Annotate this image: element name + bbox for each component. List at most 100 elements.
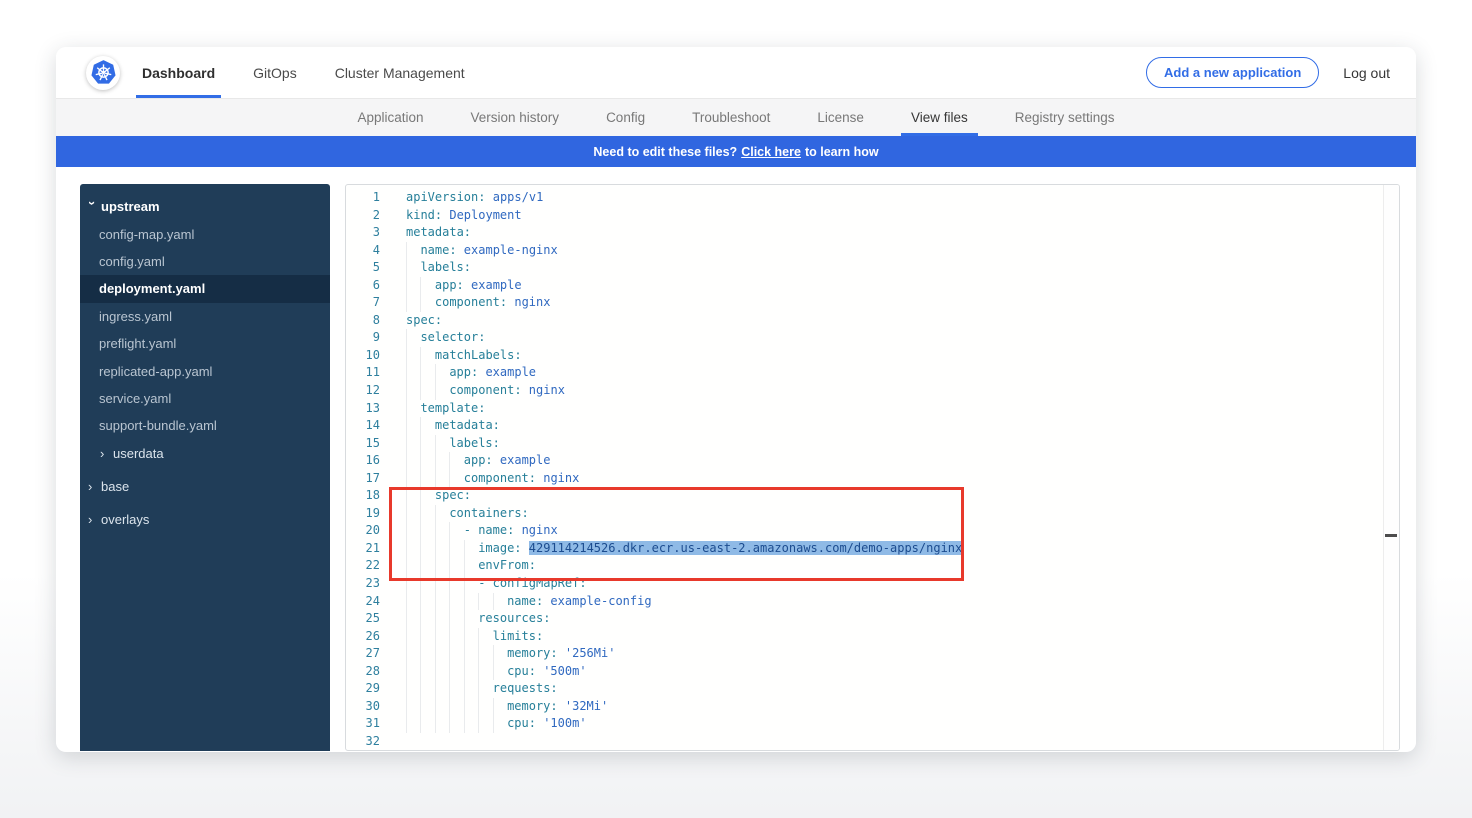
sub-tab-application[interactable]: Application <box>357 99 423 136</box>
file-tree-item-support-bundle-yaml[interactable]: support-bundle.yaml <box>80 412 330 439</box>
line-number: 16 <box>346 452 380 470</box>
file-tree-label: upstream <box>101 199 160 214</box>
line-number: 25 <box>346 610 380 628</box>
file-tree-label: config.yaml <box>99 254 165 269</box>
line-number: 17 <box>346 470 380 488</box>
sub-tab-view-files[interactable]: View files <box>911 99 968 136</box>
code-line-2[interactable]: 2kind: Deployment <box>346 207 1399 225</box>
code-line-16[interactable]: 16 app: example <box>346 452 1399 470</box>
file-tree-label: base <box>101 479 129 494</box>
file-tree-label: userdata <box>113 446 164 461</box>
code-text: memory: '32Mi' <box>406 698 608 716</box>
code-line-25[interactable]: 25 resources: <box>346 610 1399 628</box>
sub-tab-config[interactable]: Config <box>606 99 645 136</box>
line-number: 6 <box>346 277 380 295</box>
file-tree-item-userdata[interactable]: ›userdata <box>80 440 330 467</box>
code-text: resources: <box>406 610 550 628</box>
file-tree-label: support-bundle.yaml <box>99 418 217 433</box>
line-number: 19 <box>346 505 380 523</box>
code-line-5[interactable]: 5 labels: <box>346 259 1399 277</box>
code-line-26[interactable]: 26 limits: <box>346 628 1399 646</box>
add-application-button[interactable]: Add a new application <box>1146 57 1319 88</box>
file-tree-label: ingress.yaml <box>99 309 172 324</box>
file-tree-label: overlays <box>101 512 149 527</box>
line-number: 22 <box>346 557 380 575</box>
file-tree-item-ingress-yaml[interactable]: ingress.yaml <box>80 303 330 330</box>
line-number: 10 <box>346 347 380 365</box>
file-tree-item-base[interactable]: ›base <box>80 473 330 500</box>
file-tree-label: config-map.yaml <box>99 227 194 242</box>
code-line-15[interactable]: 15 labels: <box>346 435 1399 453</box>
code-line-32[interactable]: 32 <box>346 733 1399 751</box>
code-line-10[interactable]: 10 matchLabels: <box>346 347 1399 365</box>
file-tree-label: preflight.yaml <box>99 336 176 351</box>
code-text: app: example <box>406 364 536 382</box>
file-tree-item-replicated-app-yaml[interactable]: replicated-app.yaml <box>80 357 330 384</box>
code-lines: 1apiVersion: apps/v12kind: Deployment3me… <box>346 189 1399 751</box>
sub-tab-version-history[interactable]: Version history <box>471 99 560 136</box>
code-line-18[interactable]: 18 spec: <box>346 487 1399 505</box>
code-text: selector: <box>406 329 485 347</box>
sub-tab-license[interactable]: License <box>817 99 864 136</box>
line-number: 15 <box>346 435 380 453</box>
line-number: 27 <box>346 645 380 663</box>
logout-link[interactable]: Log out <box>1343 65 1390 81</box>
file-tree-item-upstream[interactable]: ›upstream <box>80 193 330 220</box>
code-line-20[interactable]: 20 - name: nginx <box>346 522 1399 540</box>
code-line-17[interactable]: 17 component: nginx <box>346 470 1399 488</box>
code-line-1[interactable]: 1 apiVersion: apps/v1 <box>346 189 1399 207</box>
file-tree-item-preflight-yaml[interactable]: preflight.yaml <box>80 330 330 357</box>
line-number: 21 <box>346 540 380 558</box>
code-line-30[interactable]: 30 memory: '32Mi' <box>346 698 1399 716</box>
code-text: app: example <box>406 452 550 470</box>
code-line-29[interactable]: 29 requests: <box>346 680 1399 698</box>
code-line-21[interactable]: 21 image: 429114214526.dkr.ecr.us-east-2… <box>346 540 1399 558</box>
code-line-6[interactable]: 6 app: example <box>346 277 1399 295</box>
sub-tab-troubleshoot[interactable]: Troubleshoot <box>692 99 770 136</box>
code-line-4[interactable]: 4 name: example-nginx <box>346 242 1399 260</box>
code-editor[interactable]: 1apiVersion: apps/v12kind: Deployment3me… <box>345 184 1400 751</box>
line-number: 13 <box>346 400 380 418</box>
line-number: 23 <box>346 575 380 593</box>
code-line-8[interactable]: 8 spec: <box>346 312 1399 330</box>
code-line-31[interactable]: 31 cpu: '100m' <box>346 715 1399 733</box>
text-cursor <box>962 541 964 554</box>
file-tree-item-service-yaml[interactable]: service.yaml <box>80 385 330 412</box>
line-number: 32 <box>346 733 380 751</box>
view-files-content: ›upstream config-map.yaml config.yaml deplo… <box>56 167 1416 751</box>
line-number: 24 <box>346 593 380 611</box>
sub-tab-registry-settings[interactable]: Registry settings <box>1015 99 1115 136</box>
line-number: 1 <box>346 189 380 207</box>
line-number: 30 <box>346 698 380 716</box>
code-line-11[interactable]: 11 app: example <box>346 364 1399 382</box>
code-line-3[interactable]: 3metadata: <box>346 224 1399 242</box>
line-number: 8 <box>346 312 380 330</box>
editor-scrollbar[interactable] <box>1383 185 1399 750</box>
file-tree-item-deployment-yaml[interactable]: deployment.yaml <box>80 275 330 302</box>
click-here-link[interactable]: Click here <box>741 145 801 159</box>
code-line-23[interactable]: 23 - configMapRef: <box>346 575 1399 593</box>
code-line-14[interactable]: 14 metadata: <box>346 417 1399 435</box>
code-line-27[interactable]: 27 memory: '256Mi' <box>346 645 1399 663</box>
code-text: apiVersion: apps/v1 <box>406 189 543 207</box>
file-tree-item-overlays[interactable]: ›overlays <box>80 506 330 533</box>
code-text: spec: <box>406 312 442 330</box>
line-number: 3 <box>346 224 380 242</box>
file-tree: ›upstream config-map.yaml config.yaml deplo… <box>80 184 330 751</box>
file-tree-item-config-map-yaml[interactable]: config-map.yaml <box>80 220 330 247</box>
code-line-19[interactable]: 19 containers: <box>346 505 1399 523</box>
code-line-9[interactable]: 9 selector: <box>346 329 1399 347</box>
edit-files-banner: Need to edit these files? Click here to … <box>56 136 1416 167</box>
code-line-28[interactable]: 28 cpu: '500m' <box>346 663 1399 681</box>
file-tree-item-config-yaml[interactable]: config.yaml <box>80 248 330 275</box>
nav-tab-cluster-management[interactable]: Cluster Management <box>335 47 465 98</box>
code-line-22[interactable]: 22 envFrom: <box>346 557 1399 575</box>
nav-tab-gitops[interactable]: GitOps <box>253 47 297 98</box>
line-number: 28 <box>346 663 380 681</box>
code-line-13[interactable]: 13 template: <box>346 400 1399 418</box>
code-line-24[interactable]: 24 name: example-config <box>346 593 1399 611</box>
file-tree-label: service.yaml <box>99 391 171 406</box>
code-line-12[interactable]: 12 component: nginx <box>346 382 1399 400</box>
nav-tab-dashboard[interactable]: Dashboard <box>142 47 215 98</box>
code-line-7[interactable]: 7 component: nginx <box>346 294 1399 312</box>
